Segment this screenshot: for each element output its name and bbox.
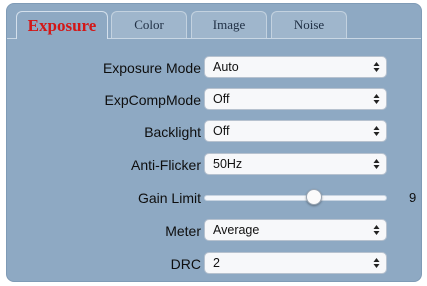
meter-row: Meter Average	[7, 219, 421, 243]
drc-label: DRC	[170, 256, 201, 272]
exposure-mode-select[interactable]: Auto	[204, 56, 387, 78]
meter-label: Meter	[165, 223, 201, 239]
anti-flicker-value: 50Hz	[213, 157, 243, 171]
slider-track	[204, 195, 387, 201]
updown-arrows-icon	[373, 59, 380, 75]
exp-comp-mode-label: ExpCompMode	[104, 92, 202, 108]
gain-limit-value: 9	[409, 190, 417, 205]
exposure-settings-panel: Exposure Color Image Noise Exposure Mode…	[6, 3, 422, 282]
updown-arrows-icon	[373, 255, 380, 271]
tab-exposure[interactable]: Exposure	[16, 11, 108, 39]
backlight-value: Off	[213, 124, 230, 138]
tab-bar: Exposure Color Image Noise	[7, 4, 421, 39]
exp-comp-mode-select[interactable]: Off	[204, 88, 387, 110]
backlight-label: Backlight	[144, 124, 201, 140]
meter-select[interactable]: Average	[204, 219, 387, 241]
backlight-row: Backlight Off	[7, 120, 421, 144]
updown-arrows-icon	[373, 91, 380, 107]
exposure-mode-row: Exposure Mode Auto	[7, 56, 421, 80]
exp-comp-mode-value: Off	[213, 92, 230, 106]
updown-arrows-icon	[373, 222, 380, 238]
exp-comp-mode-row: ExpCompMode Off	[7, 88, 421, 112]
gain-limit-slider[interactable]	[204, 186, 387, 210]
tab-image[interactable]: Image	[191, 11, 267, 38]
gain-limit-row: Gain Limit 9	[7, 186, 421, 210]
tab-noise[interactable]: Noise	[271, 11, 347, 38]
updown-arrows-icon	[373, 123, 380, 139]
gain-limit-label: Gain Limit	[137, 190, 201, 206]
updown-arrows-icon	[373, 156, 380, 172]
exposure-mode-label: Exposure Mode	[102, 60, 201, 76]
exposure-mode-value: Auto	[213, 60, 239, 74]
drc-select[interactable]: 2	[204, 252, 387, 274]
slider-thumb[interactable]	[305, 189, 322, 205]
anti-flicker-select[interactable]: 50Hz	[204, 153, 387, 175]
meter-value: Average	[213, 223, 260, 237]
anti-flicker-row: Anti-Flicker 50Hz	[7, 153, 421, 177]
drc-row: DRC 2	[7, 252, 421, 276]
anti-flicker-label: Anti-Flicker	[130, 157, 201, 173]
drc-value: 2	[213, 256, 220, 270]
backlight-select[interactable]: Off	[204, 120, 387, 142]
tab-color[interactable]: Color	[111, 11, 187, 38]
